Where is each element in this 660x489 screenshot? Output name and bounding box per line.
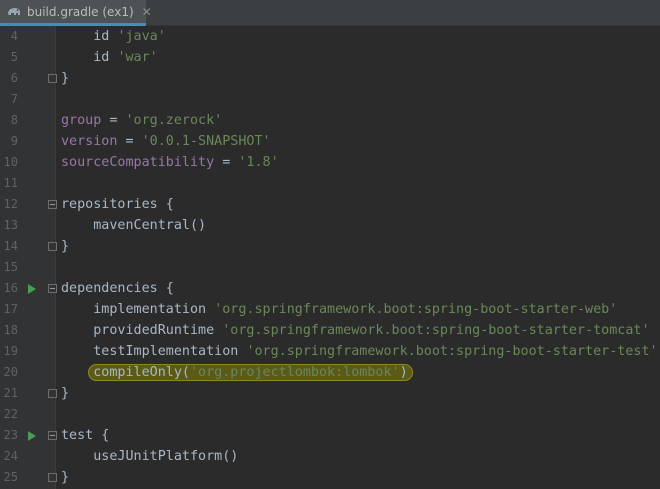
line-number: 8: [10, 113, 18, 127]
code-line: 22: [0, 404, 660, 425]
code-line: 10 sourceCompatibility = '1.8': [0, 152, 660, 173]
code-line: 7: [0, 89, 660, 110]
fold-end-icon[interactable]: [48, 242, 57, 251]
code-line: 6 }: [0, 68, 660, 89]
code-line: 23 test {: [0, 425, 660, 446]
line-number: 12: [3, 197, 18, 211]
code-text: compileOnly('org.projectlombok:lombok'): [61, 362, 413, 383]
fold-end-icon[interactable]: [48, 389, 57, 398]
line-number: 13: [3, 218, 18, 232]
code-text: }: [61, 71, 70, 86]
run-gutter-icon[interactable]: [28, 431, 36, 441]
code-editor[interactable]: 4 id 'java' 5 id 'war' 6 } 7 8 group = '…: [0, 26, 660, 489]
code-line: 16 dependencies {: [0, 278, 660, 299]
line-number: 24: [3, 449, 18, 463]
code-text: sourceCompatibility = '1.8': [61, 155, 279, 170]
code-line: 25 }: [0, 467, 660, 488]
code-text: implementation 'org.springframework.boot…: [93, 302, 618, 317]
code-line: 13 mavenCentral(): [0, 215, 660, 236]
line-number: 18: [3, 323, 18, 337]
line-number: 23: [3, 428, 18, 442]
fold-start-icon[interactable]: [48, 200, 57, 209]
code-text: }: [61, 386, 70, 401]
line-number: 25: [3, 470, 18, 484]
line-number: 16: [3, 281, 18, 295]
code-line: 19 testImplementation 'org.springframewo…: [0, 341, 660, 362]
code-text: dependencies {: [61, 281, 174, 296]
code-text: providedRuntime 'org.springframework.boo…: [93, 323, 650, 338]
code-line: 8 group = 'org.zerock': [0, 110, 660, 131]
code-text: group = 'org.zerock': [61, 113, 223, 128]
code-line: 4 id 'java': [0, 26, 660, 47]
code-text: id 'java': [93, 29, 166, 44]
code-text: useJUnitPlatform(): [61, 449, 239, 464]
line-number: 15: [3, 260, 18, 274]
close-icon[interactable]: ✕: [142, 5, 152, 19]
code-line: 14 }: [0, 236, 660, 257]
code-text: test {: [61, 428, 110, 443]
fold-end-icon[interactable]: [48, 74, 57, 83]
line-number: 17: [3, 302, 18, 316]
code-line: 15: [0, 257, 660, 278]
code-line: 21 }: [0, 383, 660, 404]
code-text: version = '0.0.1-SNAPSHOT': [61, 134, 271, 149]
code-line: 5 id 'war': [0, 47, 660, 68]
code-text: }: [61, 239, 70, 254]
code-line: 18 providedRuntime 'org.springframework.…: [0, 320, 660, 341]
line-number: 20: [3, 365, 18, 379]
tab-build-gradle[interactable]: build.gradle (ex1) ✕: [0, 0, 152, 26]
line-number: 9: [10, 134, 18, 148]
code-text: repositories {: [61, 197, 174, 212]
line-number: 4: [10, 29, 18, 43]
fold-start-icon[interactable]: [48, 284, 57, 293]
gradle-elephant-icon: [6, 5, 22, 19]
code-line: 20 compileOnly('org.projectlombok:lombok…: [0, 362, 660, 383]
code-line: 11: [0, 173, 660, 194]
code-line: 9 version = '0.0.1-SNAPSHOT': [0, 131, 660, 152]
line-number: 21: [3, 386, 18, 400]
editor-tab-bar: build.gradle (ex1) ✕: [0, 0, 660, 26]
highlighted-dependency: compileOnly('org.projectlombok:lombok'): [88, 364, 413, 381]
code-text: id 'war': [93, 50, 158, 65]
code-text: mavenCentral(): [61, 218, 207, 233]
line-number: 5: [10, 50, 18, 64]
line-number: 19: [3, 344, 18, 358]
code-line: 12 repositories {: [0, 194, 660, 215]
line-number: 14: [3, 239, 18, 253]
line-number: 10: [3, 155, 18, 169]
code-line: 17 implementation 'org.springframework.b…: [0, 299, 660, 320]
tab-title: build.gradle (ex1): [27, 4, 134, 19]
line-number: 11: [3, 176, 18, 190]
fold-end-icon[interactable]: [48, 473, 57, 482]
code-text: }: [61, 470, 70, 485]
fold-start-icon[interactable]: [48, 431, 57, 440]
code-line: 24 useJUnitPlatform(): [0, 446, 660, 467]
line-number: 7: [10, 92, 18, 106]
code-text: testImplementation 'org.springframework.…: [93, 344, 658, 359]
line-number: 6: [10, 71, 18, 85]
run-gutter-icon[interactable]: [28, 284, 36, 294]
line-number: 22: [3, 407, 18, 421]
